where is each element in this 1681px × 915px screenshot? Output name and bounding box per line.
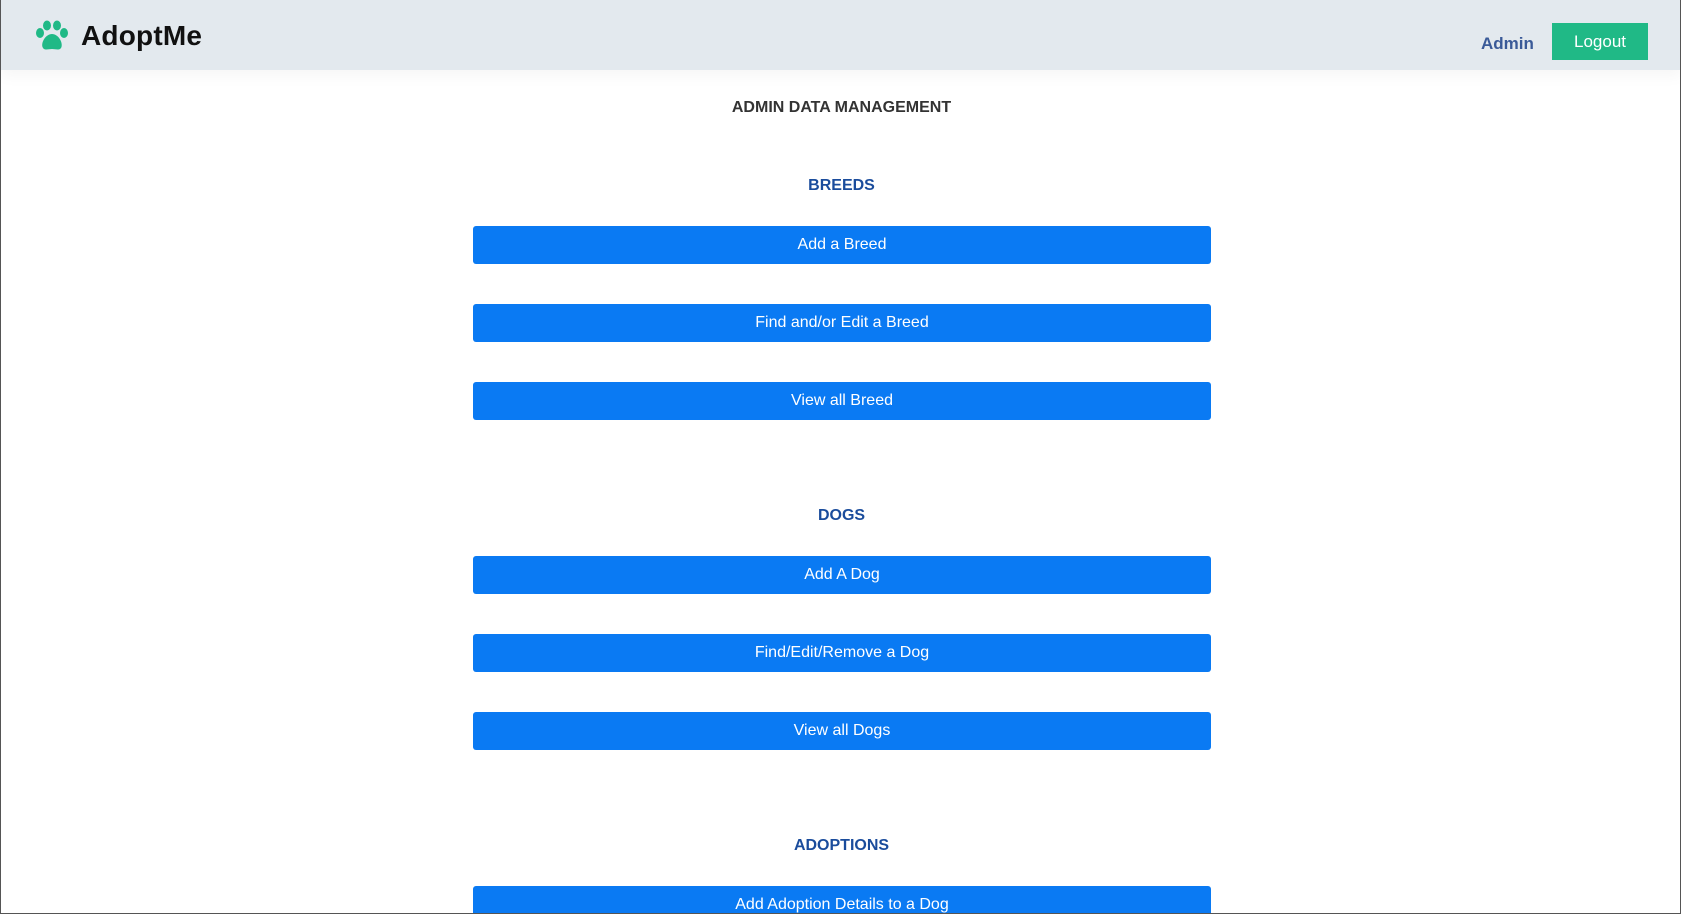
logout-button[interactable]: Logout [1552,23,1648,60]
add-adoption-details-button[interactable]: Add Adoption Details to a Dog [473,886,1211,913]
find-edit-breed-button[interactable]: Find and/or Edit a Breed [473,304,1211,342]
add-breed-button[interactable]: Add a Breed [473,226,1211,264]
section-heading-dogs: DOGS [817,507,866,524]
nav-admin-link[interactable]: Admin [1481,34,1534,54]
section-heading-breeds: BREEDS [808,177,875,194]
section-heading-adoptions: ADOPTIONS [793,837,890,854]
paw-icon [36,20,68,50]
find-edit-remove-dog-button[interactable]: Find/Edit/Remove a Dog [473,634,1211,672]
app-window: AdoptMe Admin Logout ADMIN DATA MANAGEME… [0,0,1681,914]
brand-name: AdoptMe [81,20,203,51]
navbar: AdoptMe Admin Logout [1,0,1680,70]
add-dog-button[interactable]: Add A Dog [473,556,1211,594]
page-title: ADMIN DATA MANAGEMENT [731,99,952,116]
view-all-dogs-button[interactable]: View all Dogs [473,712,1211,750]
brand-link[interactable]: AdoptMe [35,20,202,52]
view-all-breeds-button[interactable]: View all Breed [473,382,1211,420]
